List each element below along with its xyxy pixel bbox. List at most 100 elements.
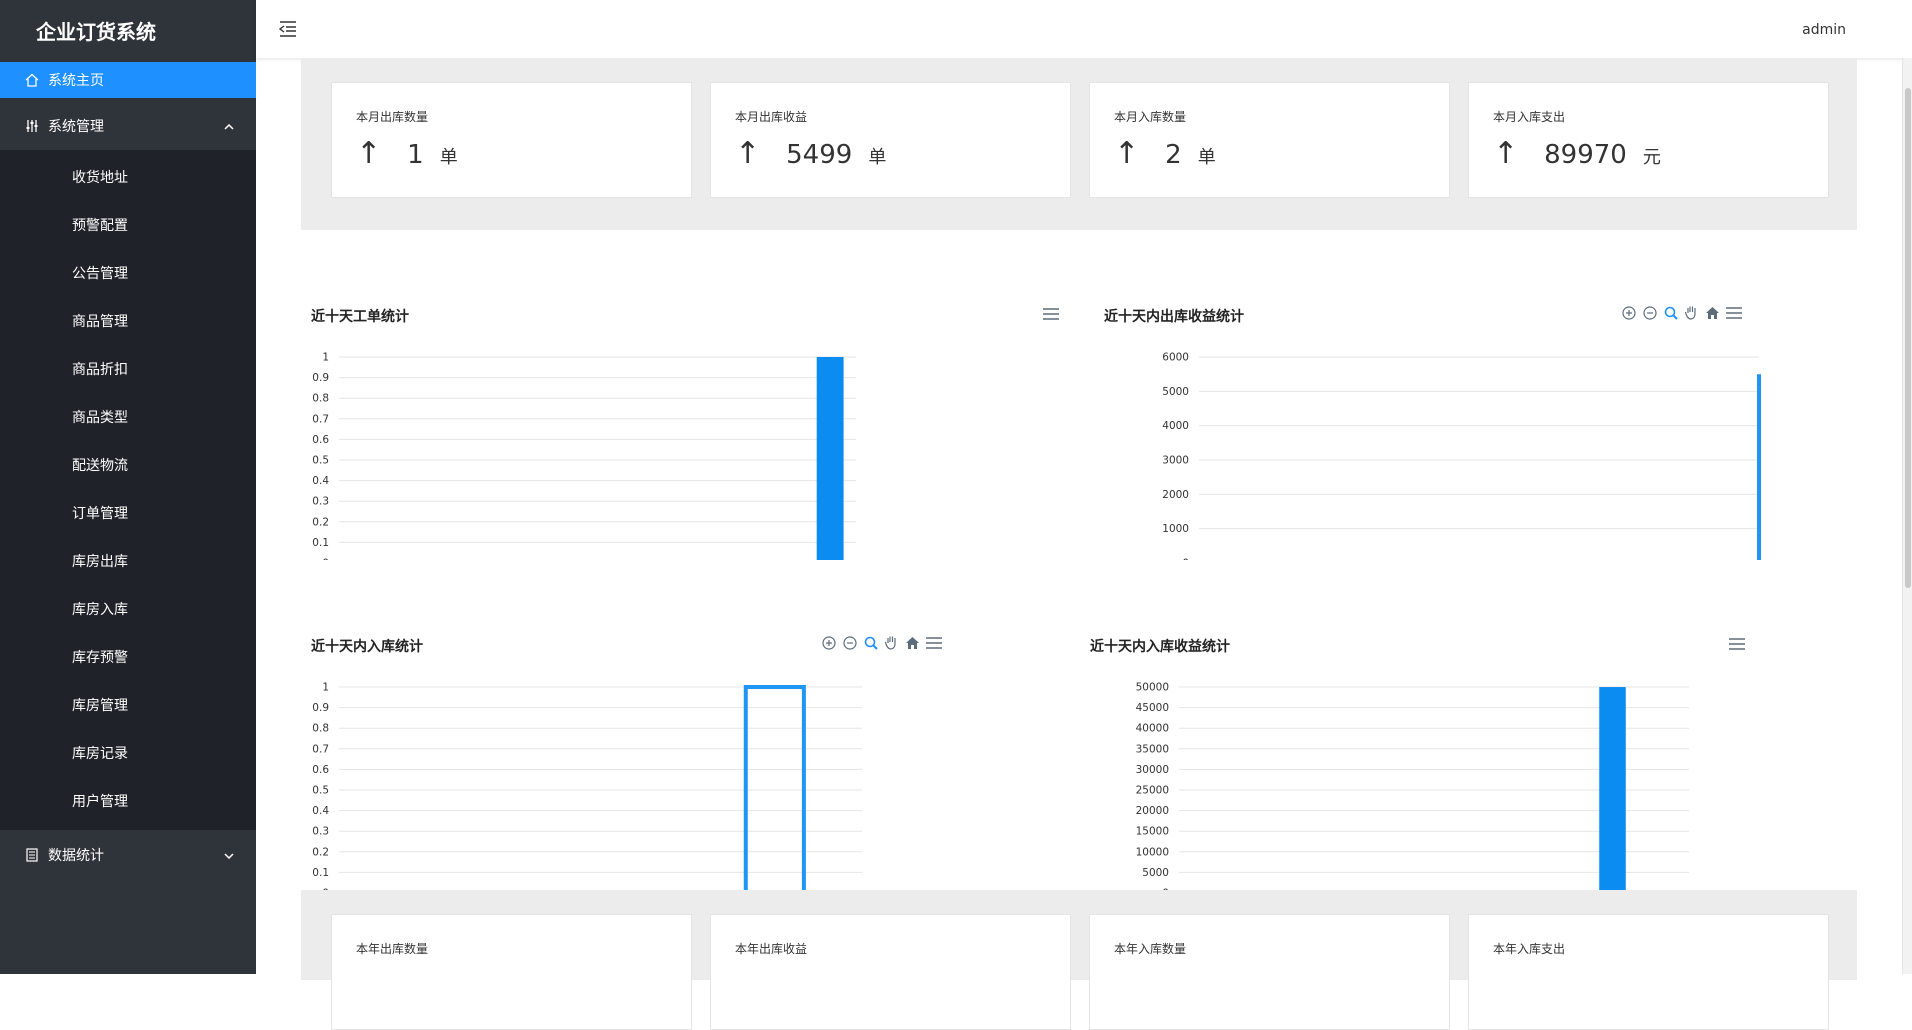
y-tick-label: 40000	[1136, 723, 1169, 735]
stat-value: 5499	[786, 140, 853, 170]
y-tick-label: 0.8	[312, 393, 329, 405]
stat-label: 本月入库数量	[1114, 110, 1187, 124]
y-tick-label: 6000	[1162, 352, 1189, 364]
sidebar-item-6[interactable]: 配送物流	[0, 442, 256, 490]
y-tick-label: 2000	[1162, 489, 1189, 501]
stat-label: 本年入库数量	[1114, 942, 1187, 956]
y-tick-label: 10000	[1136, 846, 1169, 858]
arrow-up-icon: ↑	[1114, 136, 1140, 171]
bar	[1599, 687, 1626, 890]
stat-value: 2	[1165, 140, 1182, 170]
y-tick-label: 0.4	[312, 805, 329, 817]
y-tick-label: 0.4	[312, 475, 329, 487]
sidebar-item-9[interactable]: 库房入库	[0, 586, 256, 634]
arrow-up-icon: ↑	[356, 136, 382, 171]
main-content: 本月出库数量 ↑ 1 单 本月出库收益 ↑ 5499 单 本月入库数量 ↑ 2 单 本月入库…	[256, 58, 1912, 1030]
stat-label: 本月出库数量	[356, 110, 429, 124]
y-tick-label: 0.1	[312, 537, 329, 549]
sidebar-item-3[interactable]: 商品管理	[0, 298, 256, 346]
sidebar-item-12[interactable]: 库房记录	[0, 730, 256, 778]
y-tick-label: 0.2	[312, 516, 329, 528]
stat-card-out-count: 本月出库数量 ↑ 1 单	[331, 82, 692, 198]
chevron-up-icon	[224, 118, 234, 134]
stat-card-year-out-count: 本年出库数量	[331, 914, 692, 1030]
sidebar-item-4[interactable]: 商品折扣	[0, 346, 256, 394]
stat-unit: 单	[868, 147, 887, 168]
y-tick-label: 1000	[1162, 523, 1189, 535]
menu-collapse-icon[interactable]	[278, 20, 298, 38]
home-icon	[24, 72, 40, 88]
sidebar: 企业订货系统 系统主页 系统管理 收货地址 预警配置 公告管理 商品管理 商品折…	[0, 0, 256, 974]
y-tick-label: 1	[322, 682, 329, 694]
sidebar-item-1[interactable]: 预警配置	[0, 202, 256, 250]
stat-label: 本年出库收益	[735, 942, 808, 956]
sidebar-item-7[interactable]: 订单管理	[0, 490, 256, 538]
y-tick-label: 5000	[1162, 386, 1189, 398]
nav-system-management-label: 系统管理	[48, 119, 104, 135]
stat-label: 本年出库数量	[356, 942, 429, 956]
stat-card-year-out-revenue: 本年出库收益	[710, 914, 1071, 1030]
y-tick-label: 45000	[1136, 702, 1169, 714]
chart-svg: 0500010000150002000025000300003500040000…	[1136, 682, 1689, 890]
y-tick-label: 1	[322, 352, 329, 364]
stat-unit: 元	[1642, 147, 1661, 168]
stat-card-in-expense: 本月入库支出 ↑ 89970 元	[1468, 82, 1829, 198]
arrow-up-icon: ↑	[1493, 136, 1519, 171]
y-tick-label: 35000	[1136, 743, 1169, 755]
chart-in-count: 近十天内入库统计 00.10.20.30.40.50.60.70.80.9108…	[256, 560, 1056, 890]
user-name[interactable]: admin	[1802, 22, 1846, 38]
sidebar-item-8[interactable]: 库房出库	[0, 538, 256, 586]
stat-unit: 单	[1197, 147, 1216, 168]
y-tick-label: 0.3	[312, 826, 329, 838]
y-tick-label: 15000	[1136, 826, 1169, 838]
y-tick-label: 0.9	[312, 372, 329, 384]
top-header: admin	[256, 0, 1912, 58]
sidebar-item-11[interactable]: 库房管理	[0, 682, 256, 730]
y-tick-label: 0.5	[312, 455, 329, 467]
chart-svg: 00.10.20.30.40.50.60.70.80.9108-1108-120…	[312, 682, 862, 890]
y-tick-label: 0.6	[312, 434, 329, 446]
chart-in-expense: 近十天内入库收益统计 05000100001500020000250003000…	[1056, 560, 1856, 890]
nav-home-label: 系统主页	[48, 73, 104, 89]
stat-card-year-in-expense: 本年入库支出	[1468, 914, 1829, 1030]
y-tick-label: 50000	[1136, 682, 1169, 694]
nav-data-statistics[interactable]: 数据统计	[0, 830, 256, 878]
nav-system-management[interactable]: 系统管理	[0, 102, 256, 150]
sliders-icon	[24, 118, 40, 134]
nav-data-statistics-label: 数据统计	[48, 847, 104, 864]
series-line	[1757, 374, 1761, 560]
scrollbar-thumb[interactable]	[1905, 88, 1911, 588]
sidebar-item-5[interactable]: 商品类型	[0, 394, 256, 442]
y-tick-label: 20000	[1136, 805, 1169, 817]
stat-card-year-in-count: 本年入库数量	[1089, 914, 1450, 1030]
y-tick-label: 0.2	[312, 846, 329, 858]
stat-value: 89970	[1544, 140, 1627, 170]
yearly-stats-panel: 本年出库数量 本年出库收益 本年入库数量 本年入库支出	[301, 890, 1857, 1030]
sidebar-item-13[interactable]: 用户管理	[0, 778, 256, 826]
nav-home[interactable]: 系统主页	[0, 62, 256, 98]
system-submenu: 收货地址 预警配置 公告管理 商品管理 商品折扣 商品类型 配送物流 订单管理 …	[0, 150, 256, 830]
y-tick-label: 4000	[1162, 420, 1189, 432]
stat-unit: 单	[439, 147, 458, 168]
series-line	[743, 685, 806, 890]
page-scrollbar[interactable]	[1902, 58, 1912, 974]
sidebar-item-2[interactable]: 公告管理	[0, 250, 256, 298]
chart-work-orders: 近十天工单统计 00.10.20.30.40.50.60.70.80.9108-…	[256, 230, 1059, 560]
chart-svg: 010002000300040005000600008-1108-1208-13…	[1162, 352, 1761, 560]
sidebar-item-0[interactable]: 收货地址	[0, 154, 256, 202]
y-tick-label: 0.7	[312, 413, 329, 425]
stat-value: 1	[407, 140, 424, 170]
app-title: 企业订货系统	[36, 20, 156, 44]
stat-card-out-revenue: 本月出库收益 ↑ 5499 单	[710, 82, 1071, 198]
y-tick-label: 0.9	[312, 702, 329, 714]
arrow-up-icon: ↑	[735, 136, 761, 171]
stat-label: 本月出库收益	[735, 110, 808, 124]
y-tick-label: 30000	[1136, 764, 1169, 776]
y-tick-label: 0.5	[312, 785, 329, 797]
sidebar-item-10[interactable]: 库存预警	[0, 634, 256, 682]
y-tick-label: 0.7	[312, 743, 329, 755]
chart-out-revenue: 近十天内出库收益统计 010002000300040005000600008-1…	[1056, 230, 1856, 560]
y-tick-label: 5000	[1142, 867, 1169, 879]
document-icon	[24, 847, 40, 863]
y-tick-label: 0.6	[312, 764, 329, 776]
